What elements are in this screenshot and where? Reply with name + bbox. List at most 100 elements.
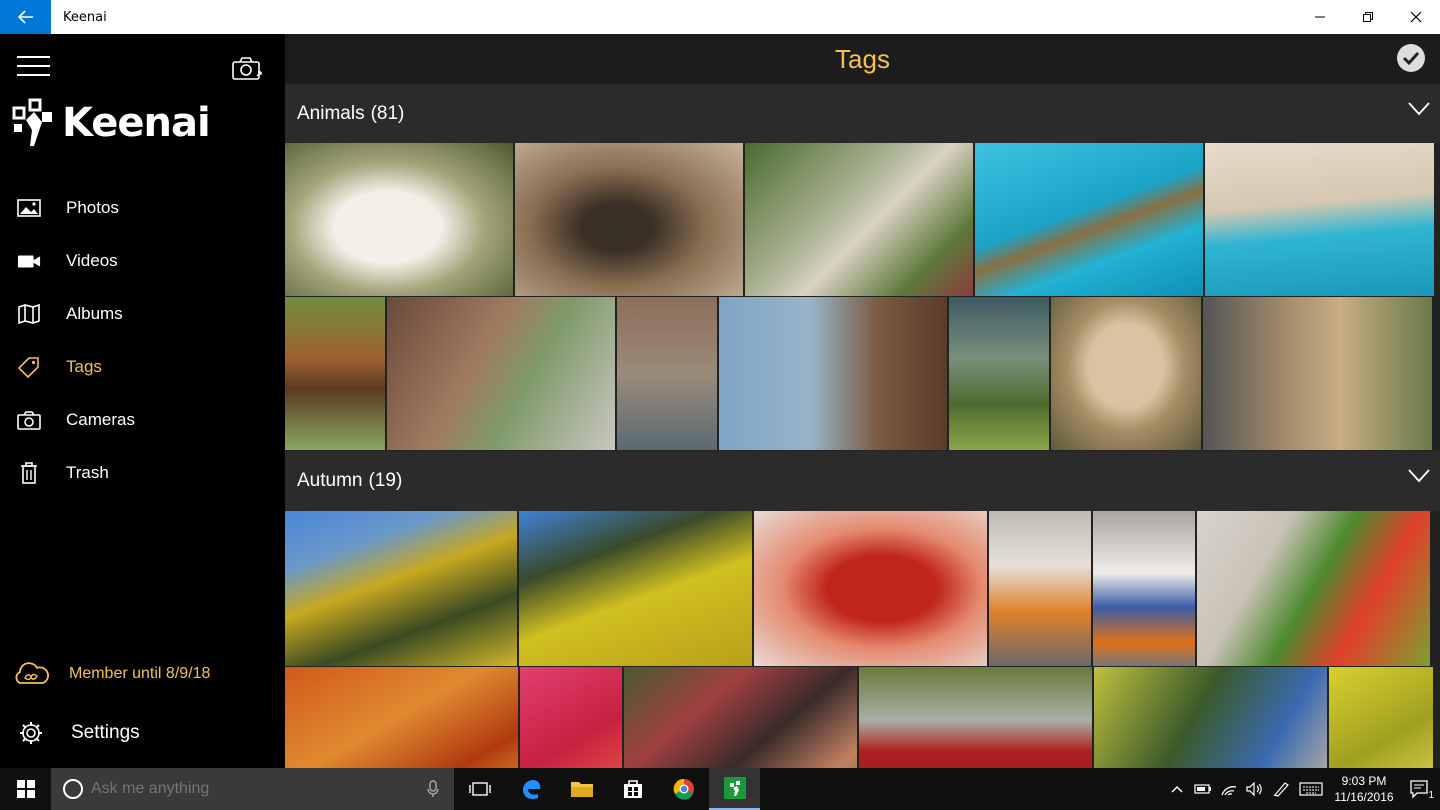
- window-title: Keenai: [63, 9, 107, 25]
- sidebar-item-trash[interactable]: Trash: [0, 446, 285, 499]
- section-title: Animals: [297, 102, 365, 124]
- close-icon: [1410, 11, 1422, 23]
- tag-section-header-autumn[interactable]: Autumn (19): [285, 451, 1440, 511]
- search-input[interactable]: [91, 780, 351, 798]
- membership-status[interactable]: Member until 8/9/18: [12, 662, 210, 686]
- microphone-button[interactable]: [412, 768, 454, 810]
- sidebar-item-videos[interactable]: Videos: [0, 234, 285, 287]
- album-icon: [17, 302, 41, 326]
- photo-thumbnail[interactable]: [989, 511, 1091, 666]
- action-center-button[interactable]: 1: [1400, 768, 1440, 810]
- photo-row: [285, 511, 1440, 666]
- taskbar-edge[interactable]: [505, 768, 556, 810]
- trash-icon: [17, 461, 41, 485]
- system-tray: 9:03 PM 11/16/2016 1: [1164, 768, 1440, 810]
- sidebar-item-label: Cameras: [66, 409, 135, 429]
- close-button[interactable]: [1392, 0, 1440, 34]
- photo-thumbnail[interactable]: [285, 297, 385, 450]
- task-view-button[interactable]: [454, 768, 505, 810]
- section-count: (81): [370, 102, 405, 124]
- section-count: (19): [368, 470, 403, 491]
- photo-icon: [17, 196, 41, 220]
- pen-workspace-button[interactable]: [1268, 768, 1294, 810]
- section-title: Autumn: [297, 470, 363, 491]
- photo-thumbnail[interactable]: [859, 667, 1092, 768]
- taskbar-file-explorer[interactable]: [556, 768, 607, 810]
- sidebar-item-label: Photos: [66, 197, 119, 217]
- photo-thumbnail[interactable]: [719, 297, 947, 450]
- start-button[interactable]: [0, 768, 51, 810]
- speaker-icon: [1246, 782, 1262, 796]
- photo-thumbnail[interactable]: [515, 143, 743, 296]
- keenai-logo-icon: [12, 98, 52, 146]
- settings-label: Settings: [71, 722, 140, 743]
- taskbar-keenai[interactable]: [709, 768, 760, 810]
- photo-thumbnail[interactable]: [975, 143, 1203, 296]
- taskbar-chrome[interactable]: [658, 768, 709, 810]
- photo-thumbnail[interactable]: [1197, 511, 1430, 666]
- main-content: Tags Animals (81) Autumn (19): [285, 34, 1440, 768]
- sidebar-item-albums[interactable]: Albums: [0, 287, 285, 340]
- camera-import-icon[interactable]: [231, 56, 263, 82]
- network-button[interactable]: [1216, 768, 1242, 810]
- photo-thumbnail[interactable]: [285, 511, 517, 666]
- settings-button[interactable]: Settings: [18, 720, 140, 746]
- volume-button[interactable]: [1242, 768, 1268, 810]
- camera-icon: [17, 408, 41, 432]
- windows-logo-icon: [16, 780, 35, 798]
- sidebar: Keenai Photos Videos Albums Tags Cameras…: [0, 34, 285, 768]
- cortana-icon: [63, 779, 83, 799]
- photo-thumbnail[interactable]: [387, 297, 615, 450]
- cortana-search-box[interactable]: [51, 768, 413, 810]
- photo-row: [285, 667, 1440, 768]
- sidebar-item-cameras[interactable]: Cameras: [0, 393, 285, 446]
- membership-label: Member until 8/9/18: [69, 665, 211, 682]
- hamburger-menu-icon[interactable]: [17, 56, 50, 76]
- edge-browser-icon: [522, 780, 540, 800]
- chevron-down-icon[interactable]: [1408, 102, 1430, 116]
- back-button[interactable]: [0, 0, 51, 34]
- photo-thumbnail[interactable]: [949, 297, 1049, 450]
- minimize-icon: [1315, 16, 1325, 18]
- battery-button[interactable]: [1190, 768, 1216, 810]
- photo-thumbnail[interactable]: [1051, 297, 1201, 450]
- photo-thumbnail[interactable]: [745, 143, 973, 296]
- clock-date: 11/16/2016: [1334, 790, 1394, 804]
- clock-time: 9:03 PM: [1341, 774, 1387, 788]
- taskbar: 9:03 PM 11/16/2016 1: [0, 768, 1440, 810]
- show-hidden-icons-button[interactable]: [1164, 768, 1190, 810]
- sidebar-item-label: Trash: [66, 462, 109, 482]
- photo-thumbnail[interactable]: [1329, 667, 1433, 768]
- cloud-infinity-icon: [15, 662, 49, 684]
- photo-thumbnail[interactable]: [285, 667, 518, 768]
- photo-thumbnail[interactable]: [754, 511, 987, 666]
- select-button[interactable]: [1397, 44, 1425, 72]
- sidebar-item-photos[interactable]: Photos: [0, 181, 285, 234]
- photo-thumbnail[interactable]: [624, 667, 857, 768]
- wifi-icon: [1221, 786, 1237, 796]
- photo-thumbnail[interactable]: [520, 667, 622, 768]
- keyboard-button[interactable]: [1294, 768, 1328, 810]
- chevron-down-icon[interactable]: [1408, 469, 1430, 483]
- tag-section-header-animals[interactable]: Animals (81): [285, 84, 1440, 143]
- photo-thumbnail[interactable]: [617, 297, 717, 450]
- taskbar-store[interactable]: [607, 768, 658, 810]
- pen-icon: [1273, 782, 1289, 797]
- clock[interactable]: 9:03 PM 11/16/2016: [1328, 773, 1400, 805]
- restore-button[interactable]: [1344, 0, 1392, 34]
- page-title: Tags: [835, 43, 890, 74]
- photo-thumbnail[interactable]: [519, 511, 752, 666]
- photo-thumbnail[interactable]: [285, 143, 513, 296]
- task-view-icon: [468, 782, 491, 796]
- arrow-left-icon: [17, 10, 33, 24]
- title-bar: Keenai: [0, 0, 1440, 34]
- sidebar-item-tags[interactable]: Tags: [0, 340, 285, 393]
- photo-thumbnail[interactable]: [1094, 667, 1327, 768]
- minimize-button[interactable]: [1296, 0, 1344, 34]
- photo-thumbnail[interactable]: [1203, 297, 1432, 450]
- photo-thumbnail[interactable]: [1093, 511, 1195, 666]
- photo-thumbnail[interactable]: [1205, 143, 1434, 296]
- chevron-up-icon: [1171, 786, 1183, 793]
- brand-name: Keenai: [62, 100, 211, 146]
- window-controls: [1296, 0, 1440, 34]
